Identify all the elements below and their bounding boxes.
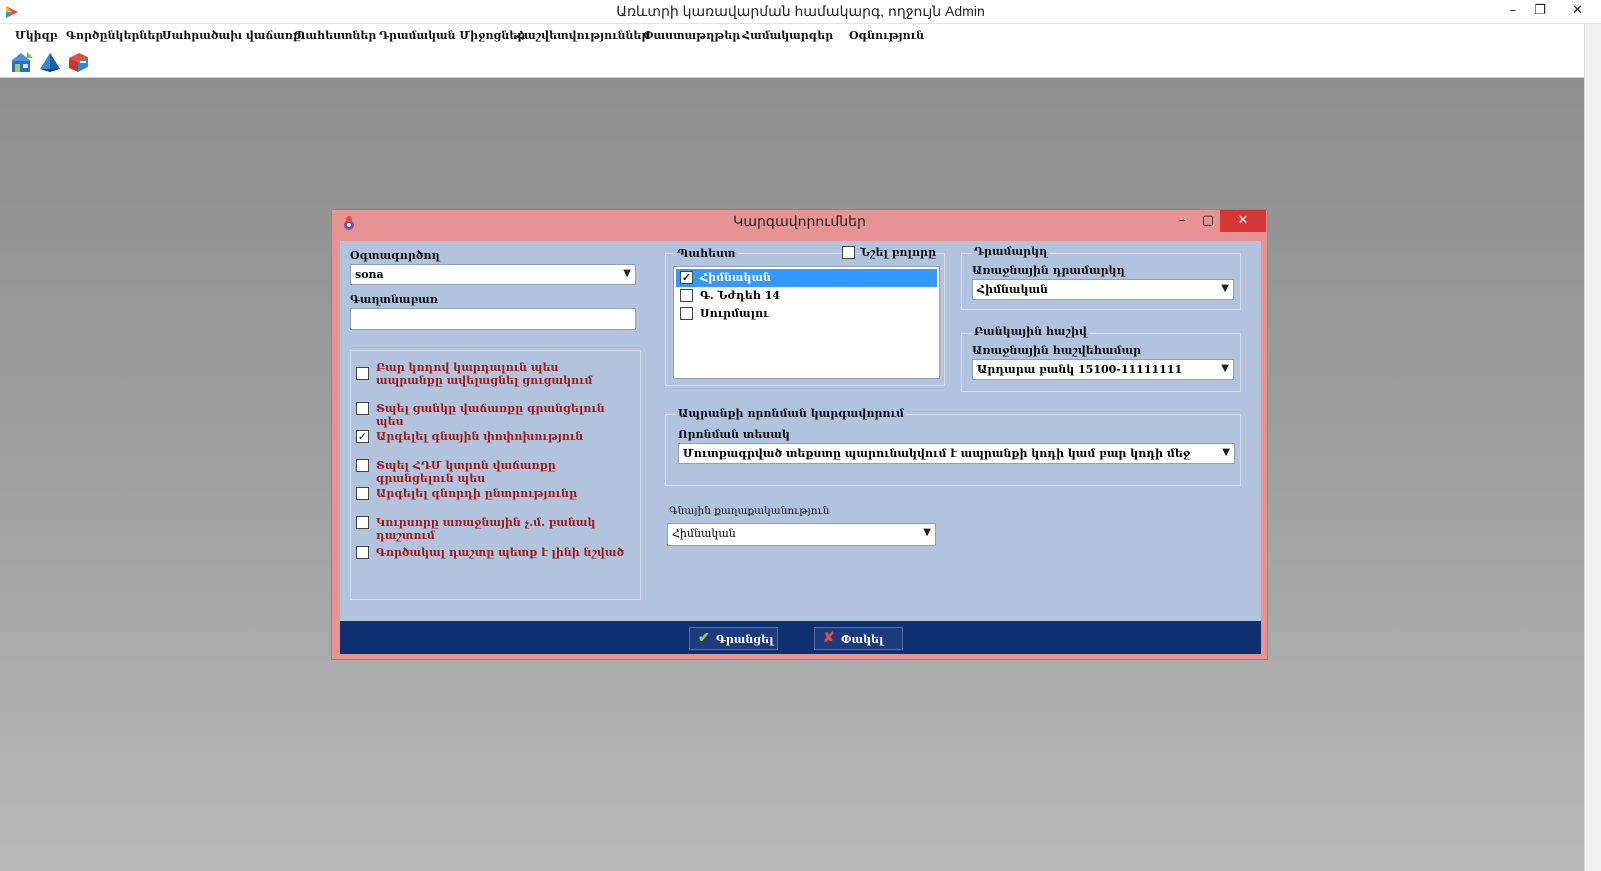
warehouse-item-checkbox[interactable]	[680, 289, 693, 302]
bank-field-label: Առաջնային հաշվեհամար	[972, 344, 1142, 357]
dialog-minimize-button[interactable]: –	[1168, 210, 1196, 232]
user-select[interactable]: sona ▼	[350, 264, 636, 285]
close-button[interactable]: ✕	[1554, 0, 1601, 22]
bank-group-label: Բանկային հաշիվ	[972, 325, 1089, 338]
checkmark-icon: ✔	[698, 630, 710, 646]
option-print-list-checkbox[interactable]	[356, 402, 369, 415]
menu-help[interactable]: Օգնություն	[849, 29, 924, 42]
cashbox-select[interactable]: Հիմնական ▼	[972, 279, 1234, 300]
dialog-title: Կարգավորումներ	[733, 213, 866, 229]
option-cursor-barcode-label: Կուրսորը առաջնային չ.մ. բանակ դաշտում	[376, 516, 596, 542]
save-button[interactable]: ✔ Գրանցել	[689, 627, 778, 650]
option-print-list-label: Տպել ցանկը վաճառքը գրանցելուն պես	[376, 402, 605, 428]
toolbar	[0, 46, 1601, 78]
price-policy-select[interactable]: Հիմնական ▼	[667, 523, 936, 546]
menu-bar: Մկիզբ Գործընկերներ Սահրածախ վաճառք Պահես…	[0, 24, 1601, 46]
cashbox-select-value: Հիմնական	[977, 283, 1048, 296]
settings-dialog: Կարգավորումներ – ▢ ✕ Օգտագործող sona ▼ Գ…	[331, 209, 1268, 660]
book-icon[interactable]	[66, 50, 90, 74]
restore-button[interactable]: ❐	[1525, 0, 1555, 22]
dialog-footer: ✔ Գրանցել ✘ Փակել	[340, 621, 1261, 654]
warehouse-item[interactable]: Գ. Նժդեհ 14	[676, 287, 937, 305]
search-type-select-value: Մուտքագրված տեքստը պարունակվում է ապրանք…	[683, 447, 1191, 460]
chevron-down-icon: ▼	[1222, 447, 1230, 458]
close-icon: ✘	[823, 630, 835, 646]
option-lock-buyer-checkbox[interactable]	[356, 487, 369, 500]
search-type-select[interactable]: Մուտքագրված տեքստը պարունակվում է ապրանք…	[678, 443, 1235, 464]
option-agent-required-label: Գործակալ դաշտը պետք է լինի նշված	[376, 546, 625, 559]
warehouse-item-label: Սուրմալու	[700, 307, 769, 320]
save-button-label: Գրանցել	[716, 633, 774, 646]
bank-select[interactable]: Արդարա բանկ 15100-11111111 ▼	[972, 359, 1234, 380]
chevron-down-icon: ▼	[1221, 283, 1229, 294]
search-type-label: Որոնման տեսակ	[678, 428, 790, 441]
pyramid-icon[interactable]	[38, 50, 62, 74]
window-title: Առևտրի կառավարման համակարգ, ողջույն Admi…	[616, 3, 985, 19]
chevron-down-icon: ▼	[923, 527, 931, 538]
menu-start[interactable]: Մկիզբ	[15, 29, 57, 42]
warehouse-list[interactable]: ✓ Հիմնական Գ. Նժդեհ 14 Սուրմալու	[673, 266, 940, 379]
menu-cash[interactable]: Դրամական Միջոցներ	[379, 29, 525, 42]
chevron-down-icon: ▼	[1221, 363, 1229, 374]
option-print-fiscal-label: Տպել ՀԴՄ կտրոն վաճառքը գրանցելուն պես	[376, 459, 556, 485]
menu-warehouses[interactable]: Պահեստներ	[294, 29, 376, 42]
price-policy-label: Գնային քաղաքականություն	[669, 505, 830, 517]
warehouse-item[interactable]: Սուրմալու	[676, 305, 937, 323]
menu-partners[interactable]: Գործընկերներ	[66, 29, 163, 42]
menu-documents[interactable]: Փաստաթղթեր	[643, 29, 740, 42]
close-dialog-button-label: Փակել	[841, 633, 884, 646]
select-all-warehouses-label: Նշել բոլորը	[860, 246, 937, 259]
option-add-on-scan-checkbox[interactable]	[356, 367, 369, 380]
store-icon[interactable]	[10, 50, 34, 74]
dialog-maximize-button[interactable]: ▢	[1194, 210, 1222, 232]
warehouse-item[interactable]: ✓ Հիմնական	[676, 269, 937, 287]
warehouse-item-checkbox[interactable]	[680, 307, 693, 320]
title-bar: Առևտրի կառավարման համակարգ, ողջույն Admi…	[0, 0, 1601, 24]
select-all-warehouses-checkbox[interactable]	[842, 246, 855, 259]
option-agent-required-checkbox[interactable]	[356, 546, 369, 559]
user-label: Օգտագործող	[350, 249, 440, 262]
minimize-button[interactable]: –	[1498, 0, 1528, 22]
cashbox-field-label: Առաջնային դրամարկղ	[972, 264, 1125, 277]
price-policy-select-value: Հիմնական	[672, 527, 736, 540]
cashbox-group-label: Դրամարկղ	[972, 245, 1050, 258]
password-input[interactable]	[350, 308, 636, 330]
menu-retail[interactable]: Սահրածախ վաճառք	[162, 29, 301, 42]
password-label: Գաղտնաբառ	[350, 293, 438, 306]
vertical-scrollbar[interactable]	[1584, 24, 1601, 871]
option-lock-price-label: Արգելել գնային փոփոխություն	[376, 430, 584, 443]
bank-select-value: Արդարա բանկ 15100-11111111	[977, 363, 1183, 376]
option-lock-buyer-label: Արգելել գնորդի ընտրությունը	[376, 487, 578, 500]
search-settings-label: Ապրանքի որոնման կարգավորում	[676, 407, 906, 420]
warehouse-item-checkbox[interactable]: ✓	[680, 271, 693, 284]
menu-systems[interactable]: Համակարգեր	[742, 29, 833, 42]
warehouse-item-label: Հիմնական	[700, 271, 771, 284]
close-dialog-button[interactable]: ✘ Փակել	[814, 627, 903, 650]
warehouse-label: Պահեստ	[675, 247, 738, 260]
option-lock-price-checkbox[interactable]: ✓	[356, 430, 369, 443]
warehouse-item-label: Գ. Նժդեհ 14	[700, 289, 781, 302]
option-print-fiscal-checkbox[interactable]	[356, 459, 369, 472]
menu-reports[interactable]: Հաշվետվություններ	[516, 29, 649, 42]
user-select-value: sona	[355, 268, 384, 281]
option-add-on-scan-label: Բար կոդով կարդալուն պես ապրանքը ավելացնե…	[376, 361, 593, 387]
dialog-close-button[interactable]: ✕	[1220, 210, 1266, 232]
dialog-body: Օգտագործող sona ▼ Գաղտնաբառ Բար կոդով կա…	[340, 241, 1261, 621]
chevron-down-icon: ▼	[623, 268, 631, 279]
option-cursor-barcode-checkbox[interactable]	[356, 516, 369, 529]
